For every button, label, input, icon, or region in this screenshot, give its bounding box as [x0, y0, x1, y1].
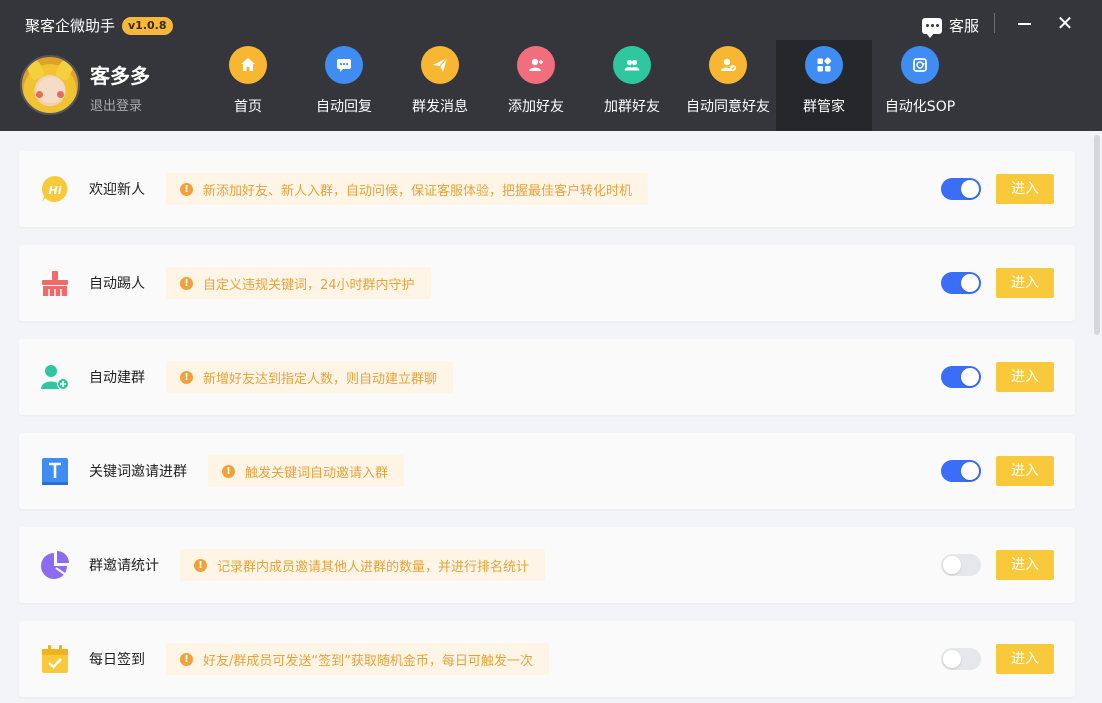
close-button[interactable]: ✕: [1054, 12, 1076, 34]
feature-tip: ! 记录群内成员邀请其他人进群的数量，并进行排名统计: [180, 549, 546, 581]
app-header: 聚客企微助手 v1.0.8 客服 ✕ 客多多 退出登录 首页 自动回复 群发消息: [0, 0, 1102, 131]
avatar-cheek-right: [57, 91, 64, 98]
nav-auto-accept-friend[interactable]: 自动同意好友: [680, 40, 776, 131]
toggle-knob: [943, 556, 961, 574]
feature-card-daily-checkin: 每日签到 ! 好友/群成员可发送“签到”获取随机金币，每日可触发一次 进入: [19, 621, 1075, 697]
feature-title: 每日签到: [89, 652, 145, 668]
feature-title: 关键词邀请进群: [89, 464, 187, 480]
toggle-knob: [961, 274, 979, 292]
warning-icon: !: [180, 652, 193, 666]
warning-icon: !: [194, 558, 207, 572]
avatar[interactable]: [20, 55, 80, 115]
avatar-cheek-left: [36, 91, 43, 98]
nav-label: 自动回复: [316, 99, 372, 115]
toggle-knob: [961, 462, 979, 480]
group-icon: [613, 46, 651, 84]
customer-service-label: 客服: [949, 17, 980, 35]
enter-button[interactable]: 进入: [996, 550, 1054, 580]
feature-toggle[interactable]: [941, 272, 981, 294]
toggle-knob: [961, 368, 979, 386]
feature-tip-text: 触发关键词自动邀请入群: [245, 465, 389, 481]
enter-button[interactable]: 进入: [996, 268, 1054, 298]
nav-label: 群发消息: [412, 99, 468, 115]
warning-icon: !: [180, 182, 193, 196]
nav-home[interactable]: 首页: [200, 40, 296, 131]
app-title: 聚客企微助手 v1.0.8: [25, 15, 173, 36]
broom-icon: [42, 271, 68, 296]
feature-toggle[interactable]: [941, 554, 981, 576]
feature-tip: ! 新增好友达到指定人数，则自动建立群聊: [166, 361, 454, 393]
feature-toggle[interactable]: [941, 366, 981, 388]
avatar-ear-right: [54, 57, 76, 82]
toggle-knob: [943, 650, 961, 668]
feature-toggle[interactable]: [941, 648, 981, 670]
nav-label: 添加好友: [508, 99, 564, 115]
feature-tip: ! 新添加好友、新人入群，自动问候，保证客服体验，把握最佳客户转化时机: [166, 173, 649, 205]
pie-chart-icon: [41, 551, 69, 579]
version-badge: v1.0.8: [122, 16, 173, 35]
feature-title: 群邀请统计: [89, 558, 159, 574]
nav-label: 群管家: [803, 99, 845, 115]
add-group-icon: [41, 365, 69, 390]
nav-label: 首页: [234, 99, 262, 115]
feature-card-keyword-invite: 关键词邀请进群 ! 触发关键词自动邀请入群 进入: [19, 433, 1075, 509]
nav-mass-message[interactable]: 群发消息: [392, 40, 488, 131]
nav-automation-sop[interactable]: 自动化SOP: [872, 40, 968, 131]
logout-link[interactable]: 退出登录: [90, 95, 142, 114]
calendar-check-icon: [42, 645, 68, 673]
feature-tip-text: 记录群内成员邀请其他人进群的数量，并进行排名统计: [217, 559, 530, 575]
feature-tip: ! 自定义违规关键词，24小时群内守护: [166, 267, 431, 299]
feature-tip: ! 好友/群成员可发送“签到”获取随机金币，每日可触发一次: [166, 643, 549, 675]
feature-tip-text: 新添加好友、新人入群，自动问候，保证客服体验，把握最佳客户转化时机: [203, 183, 633, 199]
nav-label: 自动同意好友: [686, 99, 770, 115]
add-user-icon: [517, 46, 555, 84]
feature-tip-text: 好友/群成员可发送“签到”获取随机金币，每日可触发一次: [203, 653, 533, 669]
warning-icon: !: [180, 276, 193, 290]
warning-icon: !: [180, 370, 193, 384]
avatar-face: [37, 77, 65, 103]
avatar-ear-left: [24, 57, 46, 82]
toggle-knob: [961, 180, 979, 198]
scrollbar[interactable]: [1094, 135, 1100, 335]
hi-bubble-icon: Hi: [41, 175, 68, 202]
send-icon: [421, 46, 459, 84]
feature-toggle[interactable]: [941, 178, 981, 200]
feature-card-welcome: Hi 欢迎新人 ! 新添加好友、新人入群，自动问候，保证客服体验，把握最佳客户转化…: [19, 151, 1075, 227]
feature-toggle[interactable]: [941, 460, 981, 482]
nav-label: 加群好友: [604, 99, 660, 115]
enter-button[interactable]: 进入: [996, 362, 1054, 392]
chat-icon: [325, 46, 363, 84]
feature-title: 自动建群: [89, 370, 145, 386]
agree-user-icon: [709, 46, 747, 84]
app-title-text: 聚客企微助手: [25, 17, 116, 35]
svg-text:Hi: Hi: [49, 184, 62, 197]
apps-icon: [805, 46, 843, 84]
feature-tip-text: 自定义违规关键词，24小时群内守护: [203, 277, 415, 293]
minimize-button[interactable]: [1014, 12, 1036, 34]
enter-button[interactable]: 进入: [996, 174, 1054, 204]
feature-card-auto-kick: 自动踢人 ! 自定义违规关键词，24小时群内守护 进入: [19, 245, 1075, 321]
nav-label: 自动化SOP: [884, 99, 956, 115]
header-divider: [994, 13, 995, 33]
enter-button[interactable]: 进入: [996, 644, 1054, 674]
username: 客多多: [90, 64, 150, 88]
sop-icon: [901, 46, 939, 84]
nav-group-friends[interactable]: 加群好友: [584, 40, 680, 131]
chat-bubble-icon: [922, 17, 942, 38]
nav-group-manager[interactable]: 群管家: [776, 40, 872, 131]
enter-button[interactable]: 进入: [996, 456, 1054, 486]
feature-title: 自动踢人: [89, 276, 145, 292]
nav-auto-reply[interactable]: 自动回复: [296, 40, 392, 131]
nav-add-friend[interactable]: 添加好友: [488, 40, 584, 131]
feature-card-auto-create-group: 自动建群 ! 新增好友达到指定人数，则自动建立群聊 进入: [19, 339, 1075, 415]
text-t-icon: [42, 458, 68, 485]
feature-tip: ! 触发关键词自动邀请入群: [208, 455, 405, 487]
feature-tip-text: 新增好友达到指定人数，则自动建立群聊: [203, 371, 438, 387]
feature-title: 欢迎新人: [89, 182, 145, 198]
warning-icon: !: [222, 464, 235, 478]
home-icon: [229, 46, 267, 84]
customer-service-button[interactable]: 客服: [922, 15, 980, 38]
feature-card-invite-stats: 群邀请统计 ! 记录群内成员邀请其他人进群的数量，并进行排名统计 进入: [19, 527, 1075, 603]
